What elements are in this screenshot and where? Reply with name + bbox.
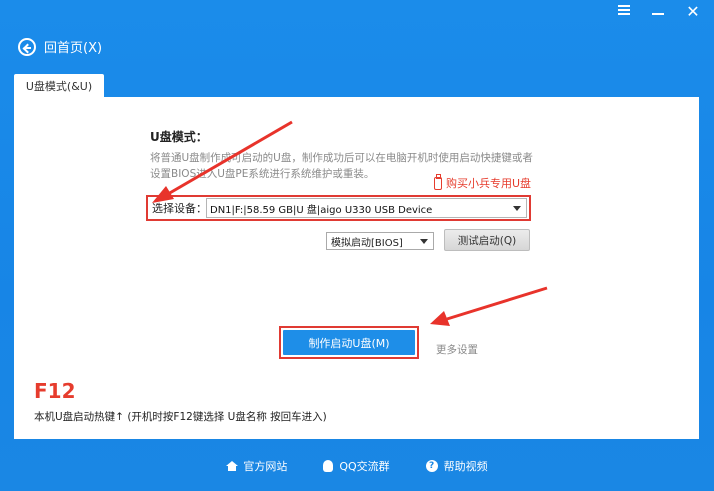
qq-group-label: QQ交流群 (339, 460, 390, 473)
more-settings-link[interactable]: 更多设置 (436, 342, 478, 357)
hotkey-f12: F12 (34, 379, 76, 403)
minimize-icon[interactable] (652, 4, 666, 16)
back-home-button[interactable]: 回首页(X) (18, 37, 102, 56)
close-icon[interactable]: ✕ (686, 4, 700, 20)
test-boot-button[interactable]: 测试启动(Q) (444, 229, 530, 251)
back-home-label: 回首页(X) (44, 41, 103, 56)
qq-group-link[interactable]: QQ交流群 (323, 458, 390, 474)
make-boot-usb-label: 制作启动U盘(M) (308, 336, 390, 350)
device-dropdown[interactable]: DN1|F:|58.59 GB|U 盘|aigo U330 USB Device (206, 198, 527, 218)
section-title: U盘模式： (150, 130, 208, 144)
usb-mode-panel: U盘模式： 将普通U盘制作成可启动的U盘，制作成功后可以在电脑开机时使用启动快捷… (14, 97, 699, 439)
window-controls: ✕ (618, 4, 700, 20)
test-boot-label: 测试启动(Q) (457, 234, 517, 247)
boot-mode-dropdown[interactable]: 模拟启动[BIOS] (326, 232, 434, 250)
official-site-link[interactable]: 官方网站 (226, 458, 287, 474)
buy-usb-label: 购买小兵专用U盘 (446, 177, 532, 190)
tab-usb-mode-label: U盘模式(&U) (25, 80, 93, 93)
chevron-down-icon (513, 206, 521, 211)
help-video-label: 帮助视频 (443, 460, 488, 473)
qq-icon (323, 460, 334, 472)
device-dropdown-value: DN1|F:|58.59 GB|U 盘|aigo U330 USB Device (210, 204, 433, 216)
home-icon (226, 461, 239, 471)
back-arrow-icon (18, 37, 36, 56)
help-video-link[interactable]: ? 帮助视频 (425, 458, 488, 474)
hotkey-description: 本机U盘启动热键↑ (开机时按F12键选择 U盘名称 按回车进入) (34, 411, 327, 423)
help-icon: ? (425, 460, 438, 472)
official-site-label: 官方网站 (243, 460, 288, 473)
tab-usb-mode[interactable]: U盘模式(&U) (14, 74, 104, 98)
app-window: ✕ 回首页(X) U盘模式(&U) U盘模式： 将普通U盘制作成可启动的U盘，制… (0, 0, 714, 491)
chevron-down-icon (420, 239, 428, 244)
boot-mode-value: 模拟启动[BIOS] (331, 237, 403, 249)
make-boot-usb-button[interactable]: 制作启动U盘(M) (283, 330, 415, 355)
device-label: 选择设备： (152, 202, 207, 215)
usb-drive-icon (434, 173, 442, 190)
footer-links: 官方网站 QQ交流群 ? 帮助视频 (0, 458, 714, 474)
device-select-row: 选择设备： DN1|F:|58.59 GB|U 盘|aigo U330 USB … (146, 195, 531, 221)
buy-usb-link[interactable]: 购买小兵专用U盘 (434, 173, 532, 191)
menu-icon[interactable] (618, 4, 632, 16)
make-boot-usb-highlight: 制作启动U盘(M) (279, 326, 419, 359)
